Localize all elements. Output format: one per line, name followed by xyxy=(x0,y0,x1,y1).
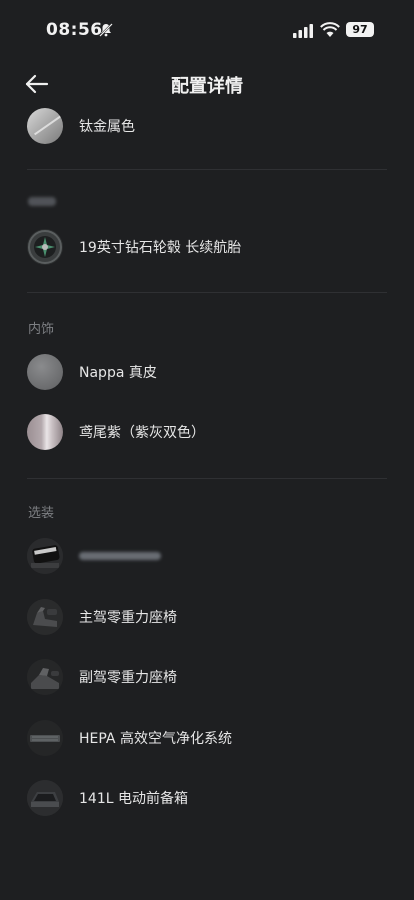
option-image xyxy=(27,538,63,574)
driver-seat-thumbnail xyxy=(27,599,63,635)
page-title: 配置详情 xyxy=(171,76,243,97)
status-time: 08:56 xyxy=(46,20,103,40)
nappa-leather-swatch xyxy=(27,354,63,390)
titanium-swatch xyxy=(27,108,63,144)
interior-section-label: 内饰 xyxy=(28,322,55,337)
divider xyxy=(27,169,387,170)
option-item: HEPA 高效空气净化系统 xyxy=(0,714,414,762)
frunk-image xyxy=(27,780,63,816)
redacted-option-label xyxy=(79,552,161,560)
option-label: HEPA 高效空气净化系统 xyxy=(79,731,232,747)
seat-image xyxy=(27,659,63,695)
divider xyxy=(27,478,387,479)
option-item: 141L 电动前备箱 xyxy=(0,774,414,822)
option-thumbnail xyxy=(27,538,63,574)
option-label: 141L 电动前备箱 xyxy=(79,791,188,807)
exterior-color-label: 钛金属色 xyxy=(79,119,135,135)
cellular-signal-icon xyxy=(293,24,313,38)
interior-item: Nappa 真皮 xyxy=(0,348,414,396)
divider xyxy=(27,292,387,293)
hepa-filter-thumbnail xyxy=(27,720,63,756)
option-label: 主驾零重力座椅 xyxy=(79,610,177,626)
exterior-color-row: 钛金属色 xyxy=(0,102,414,150)
battery-indicator: 97 xyxy=(346,22,374,37)
redacted-section-label xyxy=(28,197,56,206)
page-header: 配置详情 xyxy=(0,62,414,106)
option-item: 副驾零重力座椅 xyxy=(0,653,414,701)
wheels-row: 19英寸钻石轮毂 长续航胎 xyxy=(0,223,414,271)
options-section-label: 选装 xyxy=(28,506,55,521)
filter-image xyxy=(27,720,63,756)
passenger-seat-thumbnail xyxy=(27,659,63,695)
wheels-label: 19英寸钻石轮毂 长续航胎 xyxy=(79,240,242,256)
seat-image xyxy=(27,599,63,635)
frunk-thumbnail xyxy=(27,780,63,816)
option-label: 副驾零重力座椅 xyxy=(79,670,177,686)
wheel-thumbnail xyxy=(27,229,63,265)
interior-item-label: 鸢尾紫（紫灰双色） xyxy=(79,425,205,441)
bell-muted-icon xyxy=(99,23,113,37)
wifi-icon xyxy=(320,22,340,37)
interior-item-label: Nappa 真皮 xyxy=(79,365,157,381)
iris-purple-swatch xyxy=(27,414,63,450)
option-item xyxy=(0,532,414,580)
option-item: 主驾零重力座椅 xyxy=(0,593,414,641)
wheel-icon xyxy=(28,230,62,264)
status-bar: 08:56 97 xyxy=(0,0,414,60)
interior-item: 鸢尾紫（紫灰双色） xyxy=(0,408,414,456)
